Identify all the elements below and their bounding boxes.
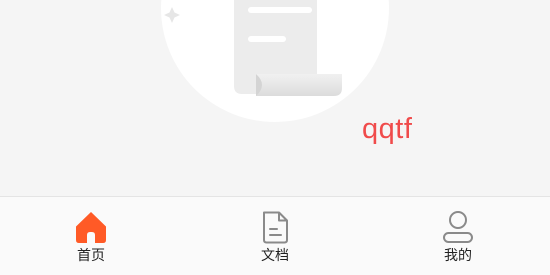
tab-docs-label: 文档 (261, 248, 289, 264)
tab-mine-label: 我的 (444, 248, 472, 264)
tab-mine[interactable]: 我的 (398, 197, 518, 275)
home-icon (76, 212, 106, 243)
bottom-tab-bar: 首页 文档 我的 (0, 196, 550, 275)
tab-docs[interactable]: 文档 (215, 197, 335, 275)
user-icon (443, 211, 473, 243)
tab-home-label: 首页 (77, 248, 105, 264)
document-icon (263, 211, 288, 244)
empty-state-message: qqtf (362, 113, 413, 145)
empty-document-illustration (161, 0, 389, 122)
main-content: qqtf (0, 0, 550, 196)
tab-home[interactable]: 首页 (31, 197, 151, 275)
